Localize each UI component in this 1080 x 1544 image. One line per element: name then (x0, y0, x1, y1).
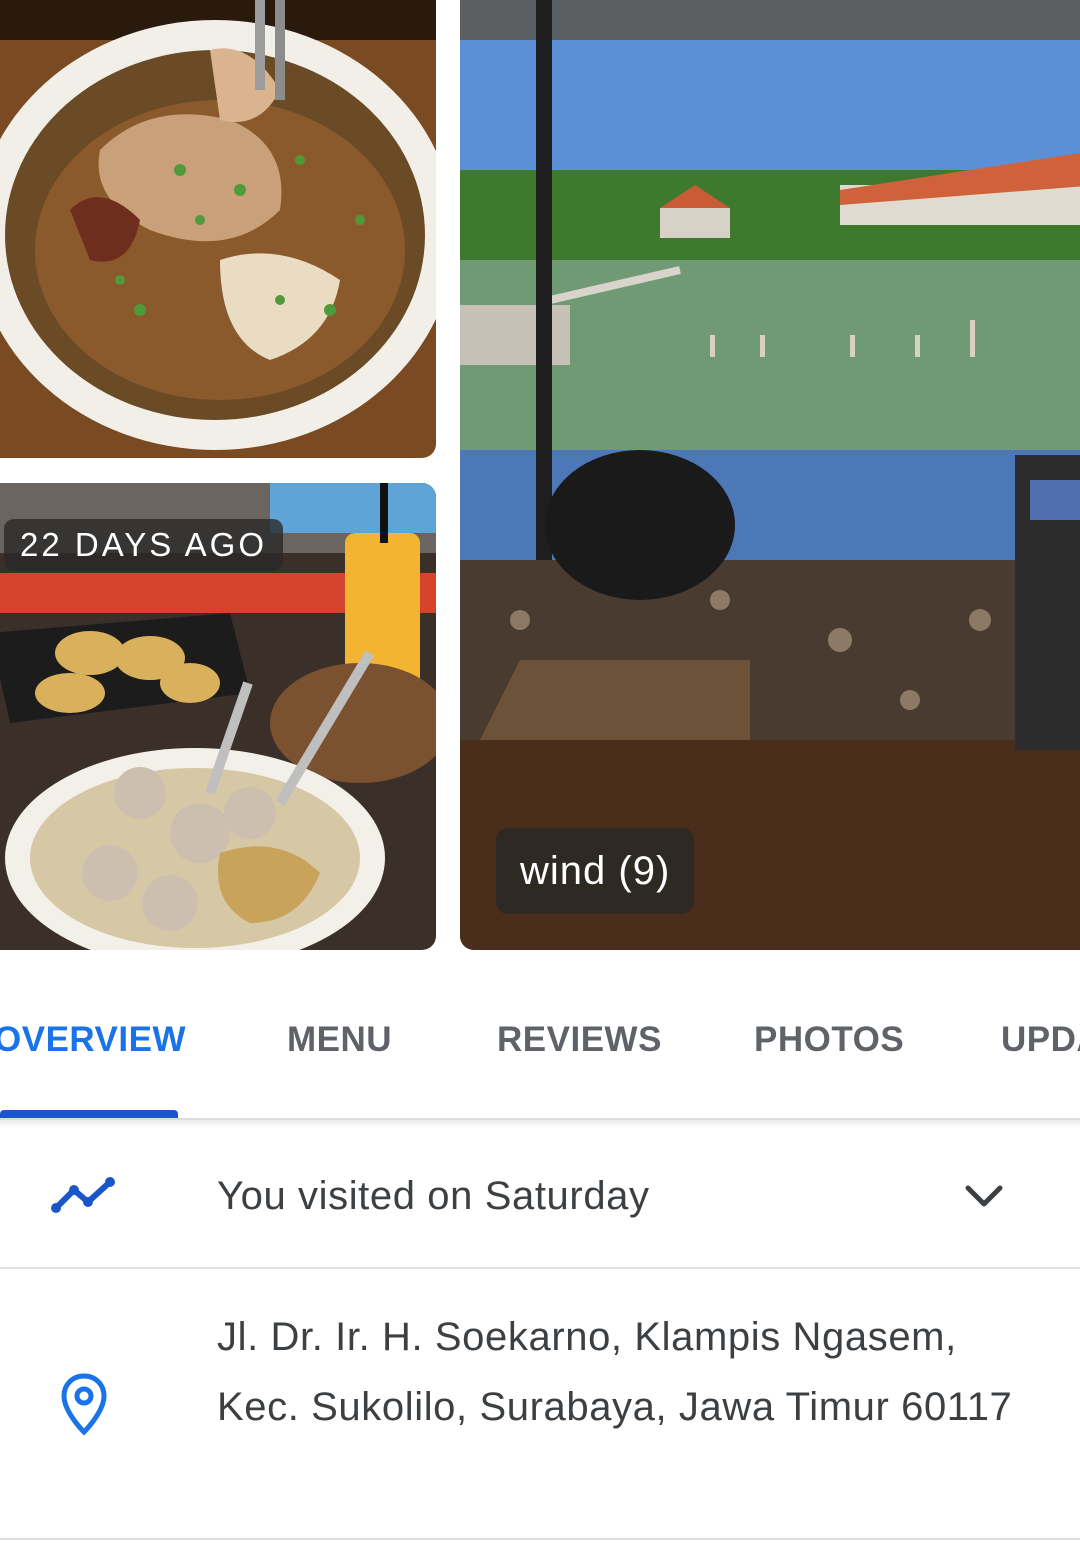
active-tab-indicator (0, 1110, 178, 1118)
row-divider (0, 1267, 1080, 1269)
tab-reviews[interactable]: REVIEWS (497, 1020, 662, 1070)
tab-menu[interactable]: MENU (287, 1020, 392, 1070)
row-divider (0, 1538, 1080, 1540)
photo-age-badge: 22 DAYS AGO (4, 519, 283, 571)
timeline-icon (51, 1177, 115, 1213)
tab-photos[interactable]: PHOTOS (754, 1020, 904, 1070)
address-row[interactable]: Jl. Dr. Ir. H. Soekarno, Klampis Ngasem,… (0, 1270, 1080, 1542)
place-tabs: OVERVIEW MENU REVIEWS PHOTOS UPDA (0, 990, 1080, 1120)
visit-history-text: You visited on Saturday (217, 1174, 650, 1218)
pond-view-photo[interactable] (460, 0, 1080, 950)
place-details-screen: 22 DAYS AGO wind (9) OVERVIEW MENU REVIE… (0, 0, 1080, 1544)
soup-bowl-photo[interactable] (0, 0, 436, 458)
visit-history-row[interactable]: You visited on Saturday (0, 1128, 1080, 1268)
tabs-shadow (0, 1120, 1080, 1128)
chevron-down-icon[interactable] (956, 1172, 1012, 1222)
tab-overview[interactable]: OVERVIEW (0, 1020, 186, 1070)
tab-updates[interactable]: UPDA (1001, 1020, 1080, 1070)
address-text: Jl. Dr. Ir. H. Soekarno, Klampis Ngasem,… (217, 1315, 1013, 1429)
photo-category-badge[interactable]: wind (9) (496, 828, 695, 914)
photo-gallery[interactable]: 22 DAYS AGO wind (9) (0, 0, 1080, 952)
location-pin-icon (61, 1373, 107, 1436)
